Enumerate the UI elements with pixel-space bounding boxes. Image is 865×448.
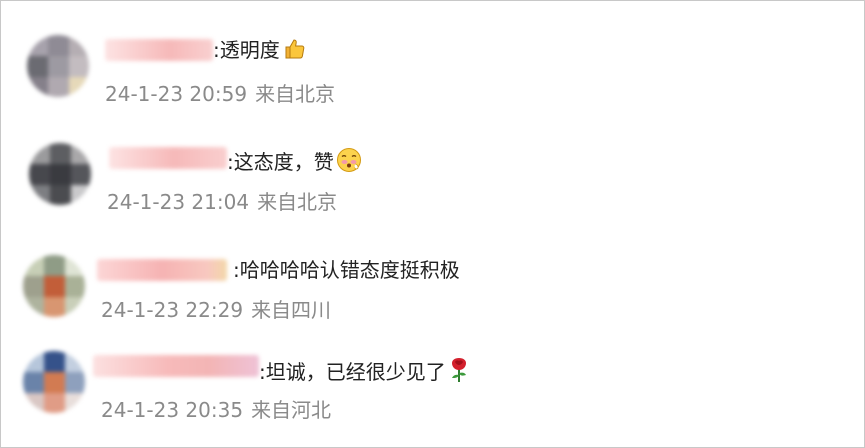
comment-text: :这态度，赞 <box>227 147 362 179</box>
comment-item: :坦诚，已经很少见了 24-1-23 20:35 来自河北 <box>1 347 865 447</box>
avatar[interactable] <box>29 143 91 205</box>
comment-source: 来自河北 <box>251 398 332 422</box>
comment-item: :这态度，赞 24-1-23 21:04 来自北京 <box>1 139 865 239</box>
comment-item: :透明度 24-1-23 20:59 来自北京 <box>1 31 865 131</box>
avatar[interactable] <box>23 255 85 317</box>
comment-time: 24-1-23 21:04 <box>107 190 250 214</box>
avatar[interactable] <box>23 351 85 413</box>
comment-time: 24-1-23 20:35 <box>101 398 244 422</box>
comment-time: 24-1-23 22:29 <box>101 298 244 322</box>
comment-meta: 24-1-23 20:59 来自北京 <box>105 81 335 107</box>
rose-icon <box>448 357 470 389</box>
avatar[interactable] <box>27 35 89 97</box>
username-blurred[interactable] <box>105 39 213 61</box>
comment-text: :透明度 <box>213 37 306 67</box>
flushed-face-icon <box>336 147 362 179</box>
comment-source: 来自北京 <box>255 82 336 106</box>
comment-meta: 24-1-23 21:04 来自北京 <box>107 189 337 215</box>
comment-meta: 24-1-23 22:29 来自四川 <box>101 297 331 323</box>
username-blurred[interactable] <box>93 355 259 377</box>
comment-meta: 24-1-23 20:35 来自河北 <box>101 397 331 423</box>
comment-list: :透明度 24-1-23 20:59 来自北京 :这态度，赞 24-1-23 21… <box>0 0 865 448</box>
comment-text: :坦诚，已经很少见了 <box>259 357 470 389</box>
comment-source: 来自四川 <box>251 298 332 322</box>
username-blurred[interactable] <box>109 147 227 169</box>
username-blurred[interactable] <box>97 259 227 281</box>
comment-text: :哈哈哈哈认错态度挺积极 <box>233 258 460 282</box>
comment-item: :哈哈哈哈认错态度挺积极 24-1-23 22:29 来自四川 <box>1 251 865 351</box>
comment-time: 24-1-23 20:59 <box>105 82 248 106</box>
comment-source: 来自北京 <box>257 190 338 214</box>
thumbs-up-icon <box>282 37 306 67</box>
